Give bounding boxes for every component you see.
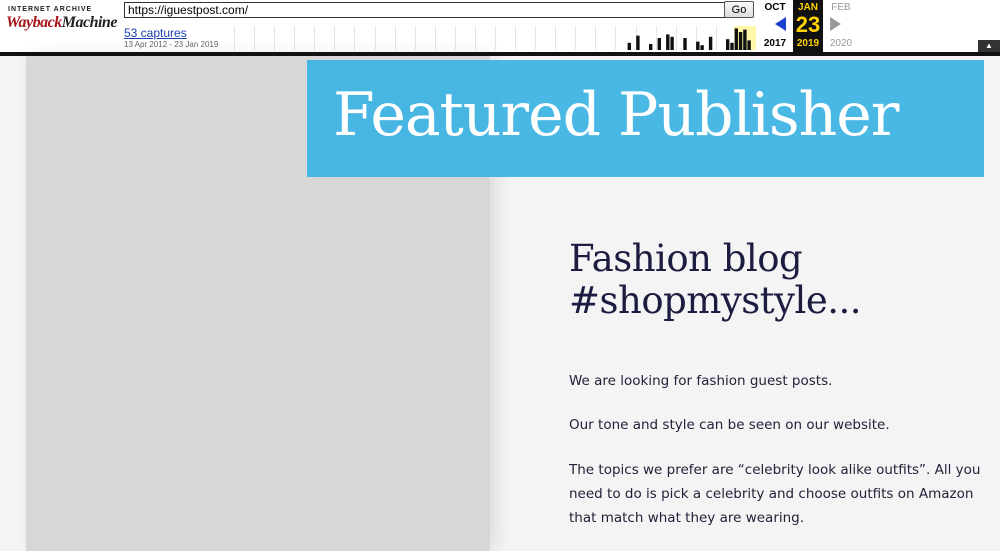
logo-wayback-machine: WaybackMachine: [6, 14, 117, 32]
captures-date-range: 13 Apr 2012 - 23 Jan 2019: [124, 40, 219, 49]
featured-banner: Featured Publisher: [307, 60, 984, 177]
sparkline-bar: [700, 45, 704, 50]
sparkline-bar: [734, 28, 738, 50]
logo-internet-archive: INTERNET ARCHIVE: [8, 6, 93, 13]
sparkline-bar: [743, 29, 747, 50]
logo-wayback: Wayback: [6, 14, 62, 31]
current-month-column: JAN 23 2019: [793, 0, 823, 52]
collapse-toolbar-button[interactable]: ▲: [978, 40, 1000, 52]
captures-link[interactable]: 53 captures: [124, 26, 187, 40]
go-button[interactable]: Go: [724, 1, 754, 18]
prev-year-label[interactable]: 2017: [756, 38, 794, 49]
capture-sparkline[interactable]: [234, 24, 756, 50]
prev-month-column[interactable]: OCT 2017: [756, 0, 794, 49]
banner-title: Featured Publisher: [333, 80, 899, 150]
wayback-logo[interactable]: INTERNET ARCHIVE WaybackMachine: [6, 4, 117, 48]
sparkline-bar: [696, 41, 700, 50]
intro-paragraph: We are looking for fashion guest posts.: [569, 373, 833, 389]
blog-heading: Fashion blog #shopmystyle...: [569, 237, 862, 322]
logo-machine: Machine: [61, 14, 118, 31]
sparkline-bar: [657, 38, 661, 50]
wayback-toolbar: INTERNET ARCHIVE WaybackMachine Go 53 ca…: [0, 0, 1000, 56]
prev-capture-arrow-icon[interactable]: [775, 17, 786, 31]
sparkline-bar: [666, 34, 670, 50]
topics-paragraph: The topics we prefer are “celebrity look…: [569, 462, 981, 526]
url-input[interactable]: [124, 2, 726, 18]
sparkline-bar: [670, 36, 674, 50]
sparkline-bar: [649, 44, 653, 50]
sparkline-bar: [636, 35, 640, 50]
prev-month-label: OCT: [764, 2, 786, 13]
current-day-label: 23: [795, 12, 821, 37]
sparkline-bar: [738, 32, 743, 50]
sparkline-bar: [683, 38, 687, 50]
next-capture-arrow-icon[interactable]: [830, 17, 841, 31]
sparkline-bar: [730, 42, 734, 50]
sparkline-bar: [726, 39, 730, 50]
tone-paragraph: Our tone and style can be seen on our we…: [569, 417, 890, 433]
next-month-label: FEB: [831, 2, 851, 13]
sparkline-bar: [747, 40, 751, 50]
next-month-column[interactable]: FEB 2020: [822, 0, 860, 49]
current-year-label: 2019: [796, 38, 820, 49]
sparkline-bar: [627, 42, 631, 50]
next-year-label[interactable]: 2020: [822, 38, 860, 49]
sparkline-bar: [708, 36, 713, 50]
